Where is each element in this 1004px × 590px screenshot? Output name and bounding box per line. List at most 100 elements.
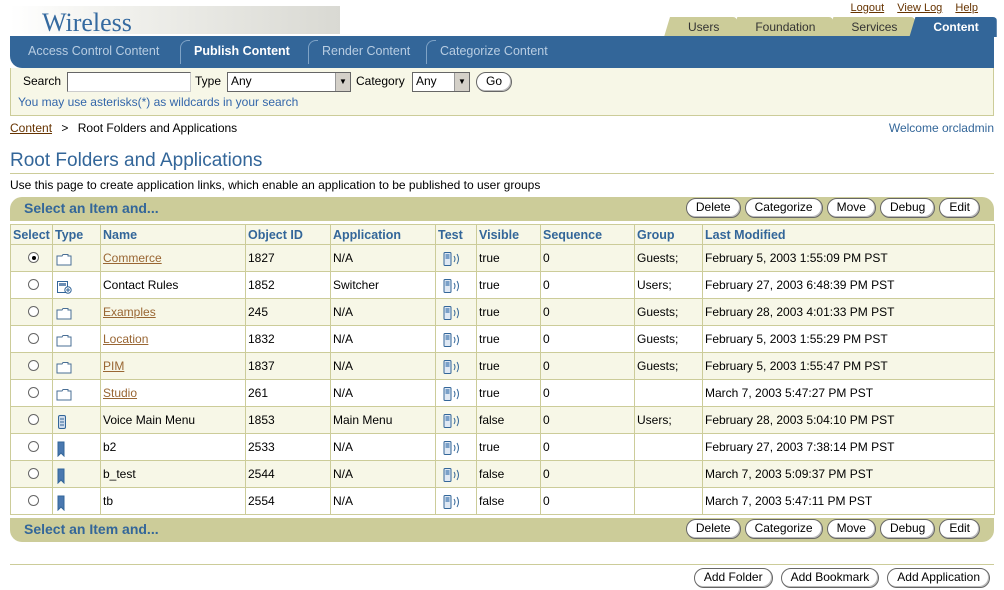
name-cell: Commerce [100, 244, 246, 272]
delete-button[interactable]: Delete [685, 198, 741, 218]
edit-button[interactable]: Edit [939, 198, 980, 218]
name-cell: b_test [100, 460, 246, 488]
test-device-icon[interactable] [442, 494, 462, 513]
item-name-link[interactable]: Examples [103, 305, 156, 319]
object-id-cell: 1827 [245, 244, 331, 272]
application-cell: N/A [330, 433, 436, 461]
select-radio[interactable] [28, 279, 39, 290]
select-radio[interactable] [28, 414, 39, 425]
test-device-icon[interactable] [442, 251, 462, 270]
category-select[interactable]: Any ▼ [412, 72, 470, 92]
name-cell: Contact Rules [100, 271, 246, 299]
add-folder-button[interactable]: Add Folder [693, 568, 773, 588]
object-id-cell: 1837 [245, 352, 331, 380]
select-radio[interactable] [28, 387, 39, 398]
select-radio[interactable] [28, 468, 39, 479]
test-device-icon[interactable] [442, 386, 462, 405]
sequence-cell: 0 [540, 433, 635, 461]
select-cell [10, 379, 53, 407]
add-application-button[interactable]: Add Application [887, 568, 990, 588]
test-cell [435, 433, 477, 461]
test-cell [435, 298, 477, 326]
test-device-icon[interactable] [442, 332, 462, 351]
test-device-icon[interactable] [442, 278, 462, 297]
add-bookmark-button[interactable]: Add Bookmark [780, 568, 880, 588]
search-input[interactable] [67, 72, 191, 92]
chevron-down-icon[interactable]: ▼ [335, 73, 350, 91]
type-cell [52, 298, 101, 326]
select-radio[interactable] [28, 306, 39, 317]
subnav-access-control-content[interactable]: Access Control Content [28, 44, 159, 58]
item-name: b2 [103, 440, 117, 454]
help-link[interactable]: Help [955, 2, 978, 14]
test-device-icon[interactable] [442, 467, 462, 486]
breadcrumb: Content > Root Folders and Applications [10, 121, 237, 135]
test-device-icon[interactable] [442, 305, 462, 324]
test-device-icon[interactable] [442, 413, 462, 432]
select-radio[interactable] [28, 252, 39, 263]
test-cell [435, 487, 477, 515]
test-device-icon[interactable] [442, 359, 462, 378]
application-cell: N/A [330, 352, 436, 380]
delete-button[interactable]: Delete [685, 519, 741, 539]
application-cell: N/A [330, 487, 436, 515]
select-radio[interactable] [28, 333, 39, 344]
table-row: tb 2554 N/A false 0 March 7, 2003 5:47:11 PM … [10, 487, 995, 515]
test-cell [435, 460, 477, 488]
group-cell [634, 460, 703, 488]
table-row: PIM 1837 N/A true 0 Guests; February 5, 2003 1… [10, 352, 995, 380]
item-name: b_test [103, 467, 136, 481]
type-select[interactable]: Any ▼ [227, 72, 351, 92]
select-item-label: Select an Item and... [24, 200, 159, 216]
name-cell: Studio [100, 379, 246, 407]
chevron-down-icon[interactable]: ▼ [454, 73, 469, 91]
move-button[interactable]: Move [826, 519, 876, 539]
subnav-render-content[interactable]: Render Content [322, 44, 410, 58]
select-radio[interactable] [28, 495, 39, 506]
application-cell: N/A [330, 244, 436, 272]
tab-users[interactable]: Users [664, 17, 738, 37]
category-label: Category [356, 74, 405, 88]
group-cell [634, 433, 703, 461]
type-cell [52, 244, 101, 272]
group-cell [634, 487, 703, 515]
subnav-categorize-content[interactable]: Categorize Content [440, 44, 548, 58]
item-name-link[interactable]: Studio [103, 386, 137, 400]
logout-link[interactable]: Logout [851, 2, 885, 14]
welcome-text: Welcome orcladmin [888, 121, 994, 135]
debug-button[interactable]: Debug [879, 519, 936, 539]
tab-content[interactable]: Content [909, 17, 997, 37]
name-cell: Location [100, 325, 246, 353]
voice-app-icon [56, 414, 68, 433]
brand-logo: Wireless [10, 6, 340, 37]
item-name-link[interactable]: PIM [103, 359, 124, 373]
select-radio[interactable] [28, 360, 39, 371]
tab-foundation[interactable]: Foundation [731, 17, 834, 37]
type-label: Type [195, 74, 222, 88]
col-header-application: Application [330, 224, 436, 245]
category-select-value: Any [416, 74, 437, 88]
application-cell: N/A [330, 325, 436, 353]
breadcrumb-content-link[interactable]: Content [10, 121, 52, 135]
visible-cell: true [476, 379, 541, 407]
sequence-cell: 0 [540, 406, 635, 434]
move-button[interactable]: Move [826, 198, 876, 218]
object-id-cell: 245 [245, 298, 331, 326]
select-radio[interactable] [28, 441, 39, 452]
edit-button[interactable]: Edit [939, 519, 980, 539]
test-device-icon[interactable] [442, 440, 462, 459]
go-button[interactable]: Go [476, 72, 513, 92]
categorize-button[interactable]: Categorize [744, 198, 823, 218]
view-log-link[interactable]: View Log [897, 2, 942, 14]
tab-services[interactable]: Services [827, 17, 916, 37]
table-body: Commerce 1827 N/A true 0 Guests; February 5, 2… [10, 244, 995, 515]
item-name-link[interactable]: Location [103, 332, 148, 346]
visible-cell: true [476, 325, 541, 353]
subnav-publish-content[interactable]: Publish Content [194, 44, 290, 58]
bookmark-icon [56, 441, 66, 460]
item-name-link[interactable]: Commerce [103, 251, 162, 265]
categorize-button[interactable]: Categorize [744, 519, 823, 539]
debug-button[interactable]: Debug [879, 198, 936, 218]
select-cell [10, 271, 53, 299]
folder-icon [56, 307, 72, 323]
